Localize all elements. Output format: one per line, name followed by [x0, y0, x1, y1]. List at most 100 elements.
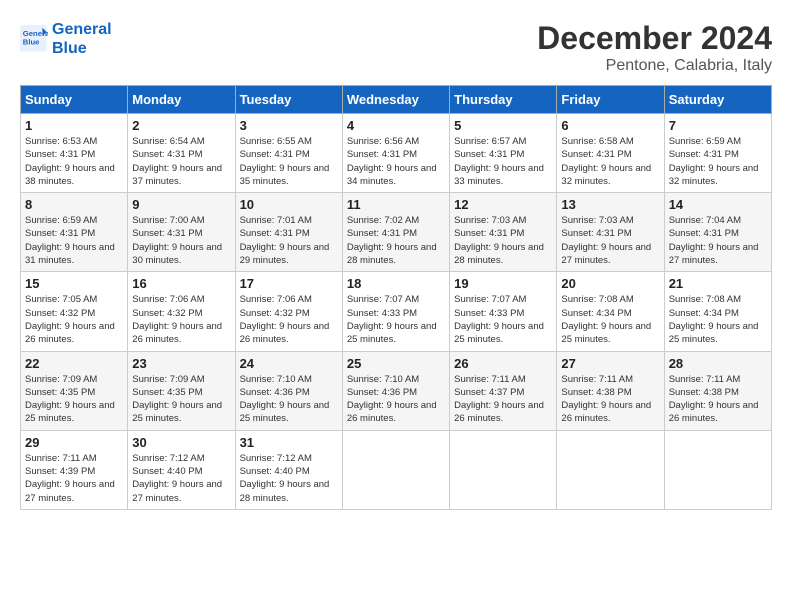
day-cell: 27Sunrise: 7:11 AMSunset: 4:38 PMDayligh… [557, 351, 664, 430]
day-info: Sunrise: 7:08 AMSunset: 4:34 PMDaylight:… [669, 293, 767, 346]
day-cell: 7 Sunrise: 6:59 AMSunset: 4:31 PMDaylight… [664, 114, 771, 193]
day-info: Sunrise: 7:08 AMSunset: 4:34 PMDaylight:… [561, 293, 659, 346]
calendar-table: SundayMondayTuesdayWednesdayThursdayFrid… [20, 85, 772, 510]
page-header: General Blue General Blue December 2024 … [20, 20, 772, 75]
day-info: Sunrise: 7:10 AMSunset: 4:36 PMDaylight:… [240, 373, 338, 426]
day-header-tuesday: Tuesday [235, 86, 342, 114]
day-cell: 10Sunrise: 7:01 AMSunset: 4:31 PMDayligh… [235, 193, 342, 272]
day-cell: 20 Sunrise: 7:08 AMSunset: 4:34 PMDayligh… [557, 272, 664, 351]
day-info: Sunrise: 6:55 AMSunset: 4:31 PMDaylight:… [240, 135, 338, 188]
day-info: Sunrise: 6:59 AMSunset: 4:31 PMDaylight:… [25, 214, 123, 267]
day-number: 9 [132, 197, 230, 212]
day-header-sunday: Sunday [21, 86, 128, 114]
day-cell: 30 Sunrise: 7:12 AMSunset: 4:40 PMDayligh… [128, 430, 235, 509]
day-info: Sunrise: 7:02 AMSunset: 4:31 PMDaylight:… [347, 214, 445, 267]
day-cell: 29 Sunrise: 7:11 AMSunset: 4:39 PMDayligh… [21, 430, 128, 509]
logo: General Blue General Blue [20, 20, 112, 58]
day-number: 18 [347, 276, 445, 291]
day-header-thursday: Thursday [450, 86, 557, 114]
calendar-title: December 2024 [537, 20, 772, 57]
week-row-2: 8Sunrise: 6:59 AMSunset: 4:31 PMDaylight… [21, 193, 772, 272]
day-info: Sunrise: 6:53 AMSunset: 4:31 PMDaylight:… [25, 135, 123, 188]
day-cell [557, 430, 664, 509]
day-cell [450, 430, 557, 509]
day-header-saturday: Saturday [664, 86, 771, 114]
day-number: 7 [669, 118, 767, 133]
day-info: Sunrise: 7:10 AMSunset: 4:36 PMDaylight:… [347, 373, 445, 426]
day-number: 16 [132, 276, 230, 291]
day-info: Sunrise: 6:58 AMSunset: 4:31 PMDaylight:… [561, 135, 659, 188]
day-cell: 5 Sunrise: 6:57 AMSunset: 4:31 PMDaylight… [450, 114, 557, 193]
day-info: Sunrise: 6:54 AMSunset: 4:31 PMDaylight:… [132, 135, 230, 188]
day-info: Sunrise: 7:07 AMSunset: 4:33 PMDaylight:… [454, 293, 552, 346]
day-info: Sunrise: 6:57 AMSunset: 4:31 PMDaylight:… [454, 135, 552, 188]
day-info: Sunrise: 7:11 AMSunset: 4:38 PMDaylight:… [669, 373, 767, 426]
day-cell: 25Sunrise: 7:10 AMSunset: 4:36 PMDayligh… [342, 351, 449, 430]
day-cell: 11 Sunrise: 7:02 AMSunset: 4:31 PMDayligh… [342, 193, 449, 272]
day-cell: 28 Sunrise: 7:11 AMSunset: 4:38 PMDayligh… [664, 351, 771, 430]
day-cell: 14Sunrise: 7:04 AMSunset: 4:31 PMDayligh… [664, 193, 771, 272]
day-number: 5 [454, 118, 552, 133]
day-number: 23 [132, 356, 230, 371]
day-number: 24 [240, 356, 338, 371]
svg-text:Blue: Blue [23, 38, 40, 47]
day-header-monday: Monday [128, 86, 235, 114]
day-header-wednesday: Wednesday [342, 86, 449, 114]
week-row-4: 22Sunrise: 7:09 AMSunset: 4:35 PMDayligh… [21, 351, 772, 430]
day-number: 1 [25, 118, 123, 133]
day-cell: 16 Sunrise: 7:06 AMSunset: 4:32 PMDayligh… [128, 272, 235, 351]
day-number: 30 [132, 435, 230, 450]
day-number: 11 [347, 197, 445, 212]
day-cell: 18 Sunrise: 7:07 AMSunset: 4:33 PMDayligh… [342, 272, 449, 351]
day-number: 20 [561, 276, 659, 291]
day-info: Sunrise: 7:06 AMSunset: 4:32 PMDaylight:… [240, 293, 338, 346]
day-cell: 31 Sunrise: 7:12 AMSunset: 4:40 PMDayligh… [235, 430, 342, 509]
day-info: Sunrise: 7:06 AMSunset: 4:32 PMDaylight:… [132, 293, 230, 346]
day-number: 12 [454, 197, 552, 212]
day-info: Sunrise: 7:12 AMSunset: 4:40 PMDaylight:… [132, 452, 230, 505]
week-row-5: 29 Sunrise: 7:11 AMSunset: 4:39 PMDayligh… [21, 430, 772, 509]
day-cell: 6 Sunrise: 6:58 AMSunset: 4:31 PMDaylight… [557, 114, 664, 193]
day-info: Sunrise: 7:11 AMSunset: 4:38 PMDaylight:… [561, 373, 659, 426]
day-cell [664, 430, 771, 509]
day-number: 26 [454, 356, 552, 371]
day-info: Sunrise: 6:56 AMSunset: 4:31 PMDaylight:… [347, 135, 445, 188]
day-info: Sunrise: 7:09 AMSunset: 4:35 PMDaylight:… [25, 373, 123, 426]
day-cell: 13 Sunrise: 7:03 AMSunset: 4:31 PMDayligh… [557, 193, 664, 272]
day-number: 29 [25, 435, 123, 450]
day-cell: 2Sunrise: 6:54 AMSunset: 4:31 PMDaylight… [128, 114, 235, 193]
day-info: Sunrise: 7:11 AMSunset: 4:39 PMDaylight:… [25, 452, 123, 505]
day-info: Sunrise: 7:03 AMSunset: 4:31 PMDaylight:… [454, 214, 552, 267]
week-row-3: 15Sunrise: 7:05 AMSunset: 4:32 PMDayligh… [21, 272, 772, 351]
day-info: Sunrise: 7:09 AMSunset: 4:35 PMDaylight:… [132, 373, 230, 426]
day-number: 14 [669, 197, 767, 212]
day-info: Sunrise: 7:07 AMSunset: 4:33 PMDaylight:… [347, 293, 445, 346]
day-cell: 1 Sunrise: 6:53 AMSunset: 4:31 PMDaylight… [21, 114, 128, 193]
day-info: Sunrise: 7:12 AMSunset: 4:40 PMDaylight:… [240, 452, 338, 505]
day-cell: 3Sunrise: 6:55 AMSunset: 4:31 PMDaylight… [235, 114, 342, 193]
day-cell: 12 Sunrise: 7:03 AMSunset: 4:31 PMDayligh… [450, 193, 557, 272]
day-info: Sunrise: 7:03 AMSunset: 4:31 PMDaylight:… [561, 214, 659, 267]
day-number: 15 [25, 276, 123, 291]
day-number: 4 [347, 118, 445, 133]
week-row-1: 1 Sunrise: 6:53 AMSunset: 4:31 PMDaylight… [21, 114, 772, 193]
day-cell: 24 Sunrise: 7:10 AMSunset: 4:36 PMDayligh… [235, 351, 342, 430]
day-info: Sunrise: 7:00 AMSunset: 4:31 PMDaylight:… [132, 214, 230, 267]
logo-line1: General [52, 20, 112, 39]
day-cell: 21Sunrise: 7:08 AMSunset: 4:34 PMDayligh… [664, 272, 771, 351]
day-number: 31 [240, 435, 338, 450]
logo-icon: General Blue [20, 25, 48, 53]
day-info: Sunrise: 7:11 AMSunset: 4:37 PMDaylight:… [454, 373, 552, 426]
title-block: December 2024 Pentone, Calabria, Italy [537, 20, 772, 75]
day-number: 28 [669, 356, 767, 371]
day-cell: 17 Sunrise: 7:06 AMSunset: 4:32 PMDayligh… [235, 272, 342, 351]
day-number: 13 [561, 197, 659, 212]
day-cell: 15Sunrise: 7:05 AMSunset: 4:32 PMDayligh… [21, 272, 128, 351]
day-info: Sunrise: 6:59 AMSunset: 4:31 PMDaylight:… [669, 135, 767, 188]
day-cell: 19 Sunrise: 7:07 AMSunset: 4:33 PMDayligh… [450, 272, 557, 351]
day-number: 17 [240, 276, 338, 291]
day-cell: 9 Sunrise: 7:00 AMSunset: 4:31 PMDaylight… [128, 193, 235, 272]
day-number: 19 [454, 276, 552, 291]
days-header-row: SundayMondayTuesdayWednesdayThursdayFrid… [21, 86, 772, 114]
day-number: 6 [561, 118, 659, 133]
